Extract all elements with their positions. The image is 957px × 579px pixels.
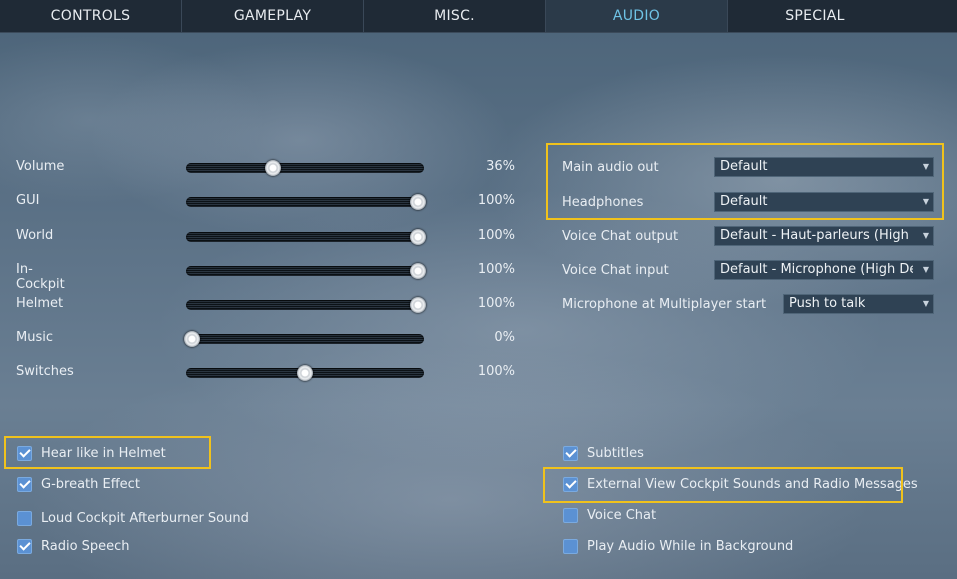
gui-slider[interactable]: [186, 194, 426, 210]
slider-value: 100%: [477, 193, 515, 208]
checkbox-icon: [563, 445, 578, 461]
select-value: Default: [720, 194, 768, 209]
slider-value: 100%: [477, 228, 515, 243]
slider-value: 0%: [494, 330, 515, 345]
select-value: Default: [720, 159, 768, 174]
main-audio-out-label: Main audio out: [562, 160, 659, 175]
checkbox-icon: [563, 476, 578, 492]
slider-thumb[interactable]: [410, 229, 426, 245]
slider-value: 100%: [477, 296, 515, 311]
voice-chat-output-select[interactable]: Default - Haut-parleurs (High Definition…: [714, 226, 934, 246]
dropdown-arrow-icon: ▼: [922, 299, 929, 308]
slider-label: Volume: [16, 159, 65, 174]
checkbox-icon: [17, 476, 32, 492]
checkbox-label: Loud Cockpit Afterburner Sound: [41, 510, 249, 526]
headphones-select[interactable]: Default ▼: [714, 192, 934, 212]
main-audio-out-select[interactable]: Default ▼: [714, 157, 934, 177]
dropdown-arrow-icon: ▼: [922, 162, 929, 171]
dropdown-arrow-icon: ▼: [922, 231, 929, 240]
checkbox-icon: [17, 445, 32, 461]
voice-chat-input-select[interactable]: Default - Microphone (High Definition Au…: [714, 260, 934, 280]
checkbox-icon: [17, 510, 32, 526]
checkbox-label: Hear like in Helmet: [41, 445, 166, 461]
volume-slider[interactable]: [186, 160, 424, 176]
checkbox-icon: [563, 507, 578, 523]
checkbox-label: Play Audio While in Background: [587, 538, 794, 554]
checkbox-icon: [563, 538, 578, 554]
microphone-multiplayer-label: Microphone at Multiplayer start: [562, 297, 767, 312]
slider-thumb[interactable]: [410, 263, 426, 279]
music-slider[interactable]: [184, 331, 424, 347]
slider-thumb[interactable]: [410, 194, 426, 210]
headphones-label: Headphones: [562, 195, 644, 210]
play-audio-background-checkbox[interactable]: Play Audio While in Background: [563, 536, 793, 556]
slider-label: In-Cockpit: [16, 262, 65, 292]
microphone-multiplayer-select[interactable]: Push to talk ▼: [783, 294, 934, 314]
checkbox-label: Subtitles: [587, 445, 644, 461]
voice-chat-checkbox[interactable]: Voice Chat: [563, 505, 656, 525]
slider-thumb[interactable]: [184, 331, 200, 347]
loud-cockpit-afterburner-checkbox[interactable]: Loud Cockpit Afterburner Sound: [17, 508, 249, 528]
slider-label: GUI: [16, 193, 40, 208]
switches-slider[interactable]: [186, 365, 424, 381]
tab-audio[interactable]: AUDIO: [546, 0, 728, 32]
tab-gameplay[interactable]: GAMEPLAY: [182, 0, 364, 32]
dropdown-arrow-icon: ▼: [922, 265, 929, 274]
slider-thumb[interactable]: [265, 160, 282, 176]
external-view-cockpit-sounds-checkbox[interactable]: External View Cockpit Sounds and Radio M…: [563, 474, 918, 494]
tab-misc[interactable]: MISC.: [364, 0, 546, 32]
voice-chat-input-label: Voice Chat input: [562, 263, 669, 278]
tab-special[interactable]: SPECIAL: [728, 0, 902, 32]
select-value: Default - Microphone (High Definition Au…: [720, 262, 913, 277]
checkbox-icon: [17, 538, 32, 554]
helmet-slider[interactable]: [186, 297, 426, 313]
slider-value: 100%: [477, 364, 515, 379]
slider-thumb[interactable]: [410, 297, 426, 313]
slider-thumb[interactable]: [297, 365, 313, 381]
dropdown-arrow-icon: ▼: [922, 197, 929, 206]
slider-value: 36%: [486, 159, 515, 174]
tab-controls[interactable]: CONTROLS: [0, 0, 182, 32]
settings-tab-bar: CONTROLS GAMEPLAY MISC. AUDIO SPECIAL: [0, 0, 957, 33]
checkbox-label: External View Cockpit Sounds and Radio M…: [587, 476, 918, 492]
slider-label: World: [16, 228, 54, 243]
slider-value: 100%: [477, 262, 515, 277]
in-cockpit-slider[interactable]: [186, 263, 426, 279]
select-value: Push to talk: [789, 296, 866, 311]
hear-like-in-helmet-checkbox[interactable]: Hear like in Helmet: [17, 443, 166, 463]
select-value: Default - Haut-parleurs (High Definition…: [720, 228, 913, 243]
checkbox-label: G-breath Effect: [41, 476, 140, 492]
voice-chat-output-label: Voice Chat output: [562, 229, 679, 244]
checkbox-label: Voice Chat: [587, 507, 657, 523]
slider-label: Helmet: [16, 296, 64, 311]
slider-label: Music: [16, 330, 53, 345]
slider-label: Switches: [16, 364, 74, 379]
g-breath-effect-checkbox[interactable]: G-breath Effect: [17, 474, 140, 494]
subtitles-checkbox[interactable]: Subtitles: [563, 443, 644, 463]
radio-speech-checkbox[interactable]: Radio Speech: [17, 536, 130, 556]
checkbox-label: Radio Speech: [41, 538, 130, 554]
world-slider[interactable]: [186, 229, 426, 245]
